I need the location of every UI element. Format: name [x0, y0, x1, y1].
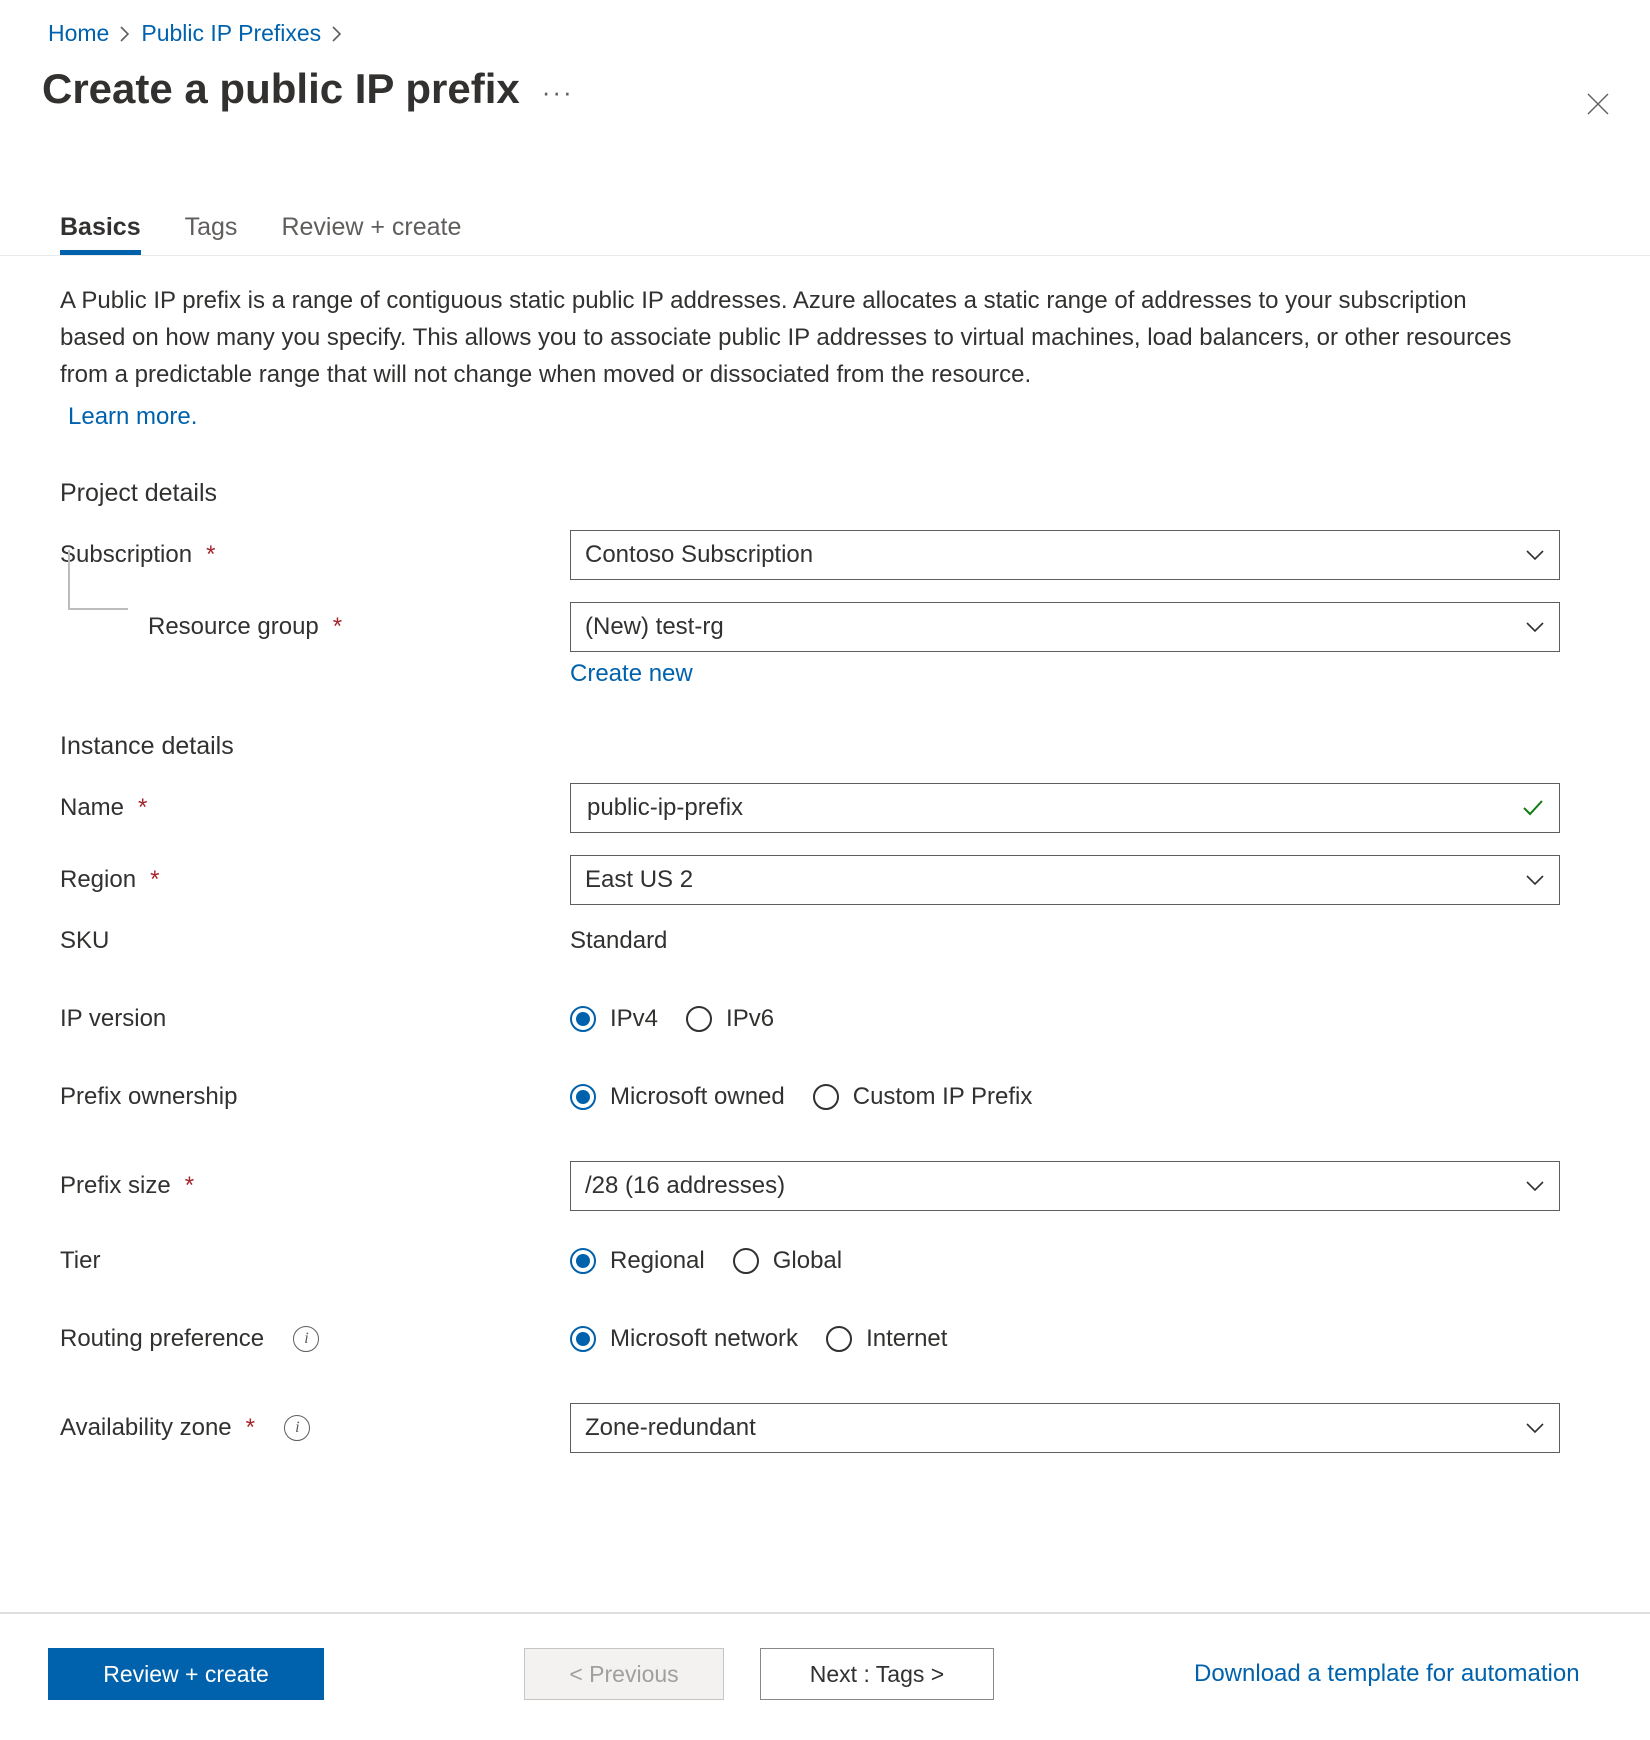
breadcrumb-home[interactable]: Home	[48, 20, 109, 47]
footer: Review + create < Previous Next : Tags >…	[0, 1648, 1650, 1700]
subscription-select[interactable]: Contoso Subscription	[570, 530, 1560, 580]
label-prefix-size: Prefix size*	[0, 1172, 570, 1200]
tab-tags[interactable]: Tags	[185, 213, 238, 255]
check-icon	[1521, 798, 1545, 818]
radio-ipv4[interactable]: IPv4	[570, 1005, 658, 1033]
label-ip-version: IP version	[0, 1005, 570, 1033]
close-icon[interactable]	[1584, 90, 1612, 118]
chevron-down-icon	[1525, 620, 1545, 634]
chevron-down-icon	[1525, 873, 1545, 887]
label-subscription: Subscription*	[0, 541, 570, 569]
chevron-right-icon	[119, 25, 131, 43]
label-prefix-ownership: Prefix ownership	[0, 1083, 570, 1111]
breadcrumb-parent[interactable]: Public IP Prefixes	[141, 20, 321, 47]
region-select[interactable]: East US 2	[570, 855, 1560, 905]
sku-value: Standard	[570, 927, 667, 954]
label-sku: SKU	[0, 927, 570, 955]
description: A Public IP prefix is a range of contigu…	[0, 256, 1650, 435]
prefix-size-select[interactable]: /28 (16 addresses)	[570, 1161, 1560, 1211]
label-tier: Tier	[0, 1247, 570, 1275]
radio-microsoft-owned[interactable]: Microsoft owned	[570, 1083, 785, 1111]
info-icon[interactable]: i	[284, 1415, 310, 1441]
page-title: Create a public IP prefix	[42, 65, 520, 113]
chevron-down-icon	[1525, 1421, 1545, 1435]
radio-microsoft-network[interactable]: Microsoft network	[570, 1325, 798, 1353]
previous-button: < Previous	[524, 1648, 724, 1700]
footer-separator	[0, 1612, 1650, 1614]
next-button[interactable]: Next : Tags >	[760, 1648, 994, 1700]
label-routing-preference: Routing preference i	[0, 1325, 570, 1353]
section-instance-details: Instance details	[0, 688, 1650, 761]
label-name: Name*	[0, 794, 570, 822]
chevron-down-icon	[1525, 1179, 1545, 1193]
radio-custom-ip-prefix[interactable]: Custom IP Prefix	[813, 1083, 1033, 1111]
download-template-link[interactable]: Download a template for automation	[1194, 1660, 1580, 1688]
resource-group-select[interactable]: (New) test-rg	[570, 602, 1560, 652]
tab-basics[interactable]: Basics	[60, 213, 141, 255]
name-input[interactable]	[570, 783, 1560, 833]
chevron-down-icon	[1525, 548, 1545, 562]
radio-internet[interactable]: Internet	[826, 1325, 947, 1353]
section-project-details: Project details	[0, 435, 1650, 508]
more-icon[interactable]: ···	[542, 65, 574, 105]
info-icon[interactable]: i	[293, 1326, 319, 1352]
chevron-right-icon	[331, 25, 343, 43]
label-availability-zone: Availability zone* i	[0, 1414, 570, 1442]
label-region: Region*	[0, 866, 570, 894]
review-create-button[interactable]: Review + create	[48, 1648, 324, 1700]
learn-more-link[interactable]: Learn more.	[60, 394, 1530, 435]
tabs: Basics Tags Review + create	[0, 113, 1650, 255]
breadcrumb: Home Public IP Prefixes	[0, 0, 1650, 47]
availability-zone-select[interactable]: Zone-redundant	[570, 1403, 1560, 1453]
create-new-link[interactable]: Create new	[570, 660, 693, 687]
radio-global[interactable]: Global	[733, 1247, 842, 1275]
radio-regional[interactable]: Regional	[570, 1247, 705, 1275]
radio-ipv6[interactable]: IPv6	[686, 1005, 774, 1033]
tab-review[interactable]: Review + create	[281, 213, 461, 255]
label-resource-group: Resource group*	[0, 613, 570, 641]
